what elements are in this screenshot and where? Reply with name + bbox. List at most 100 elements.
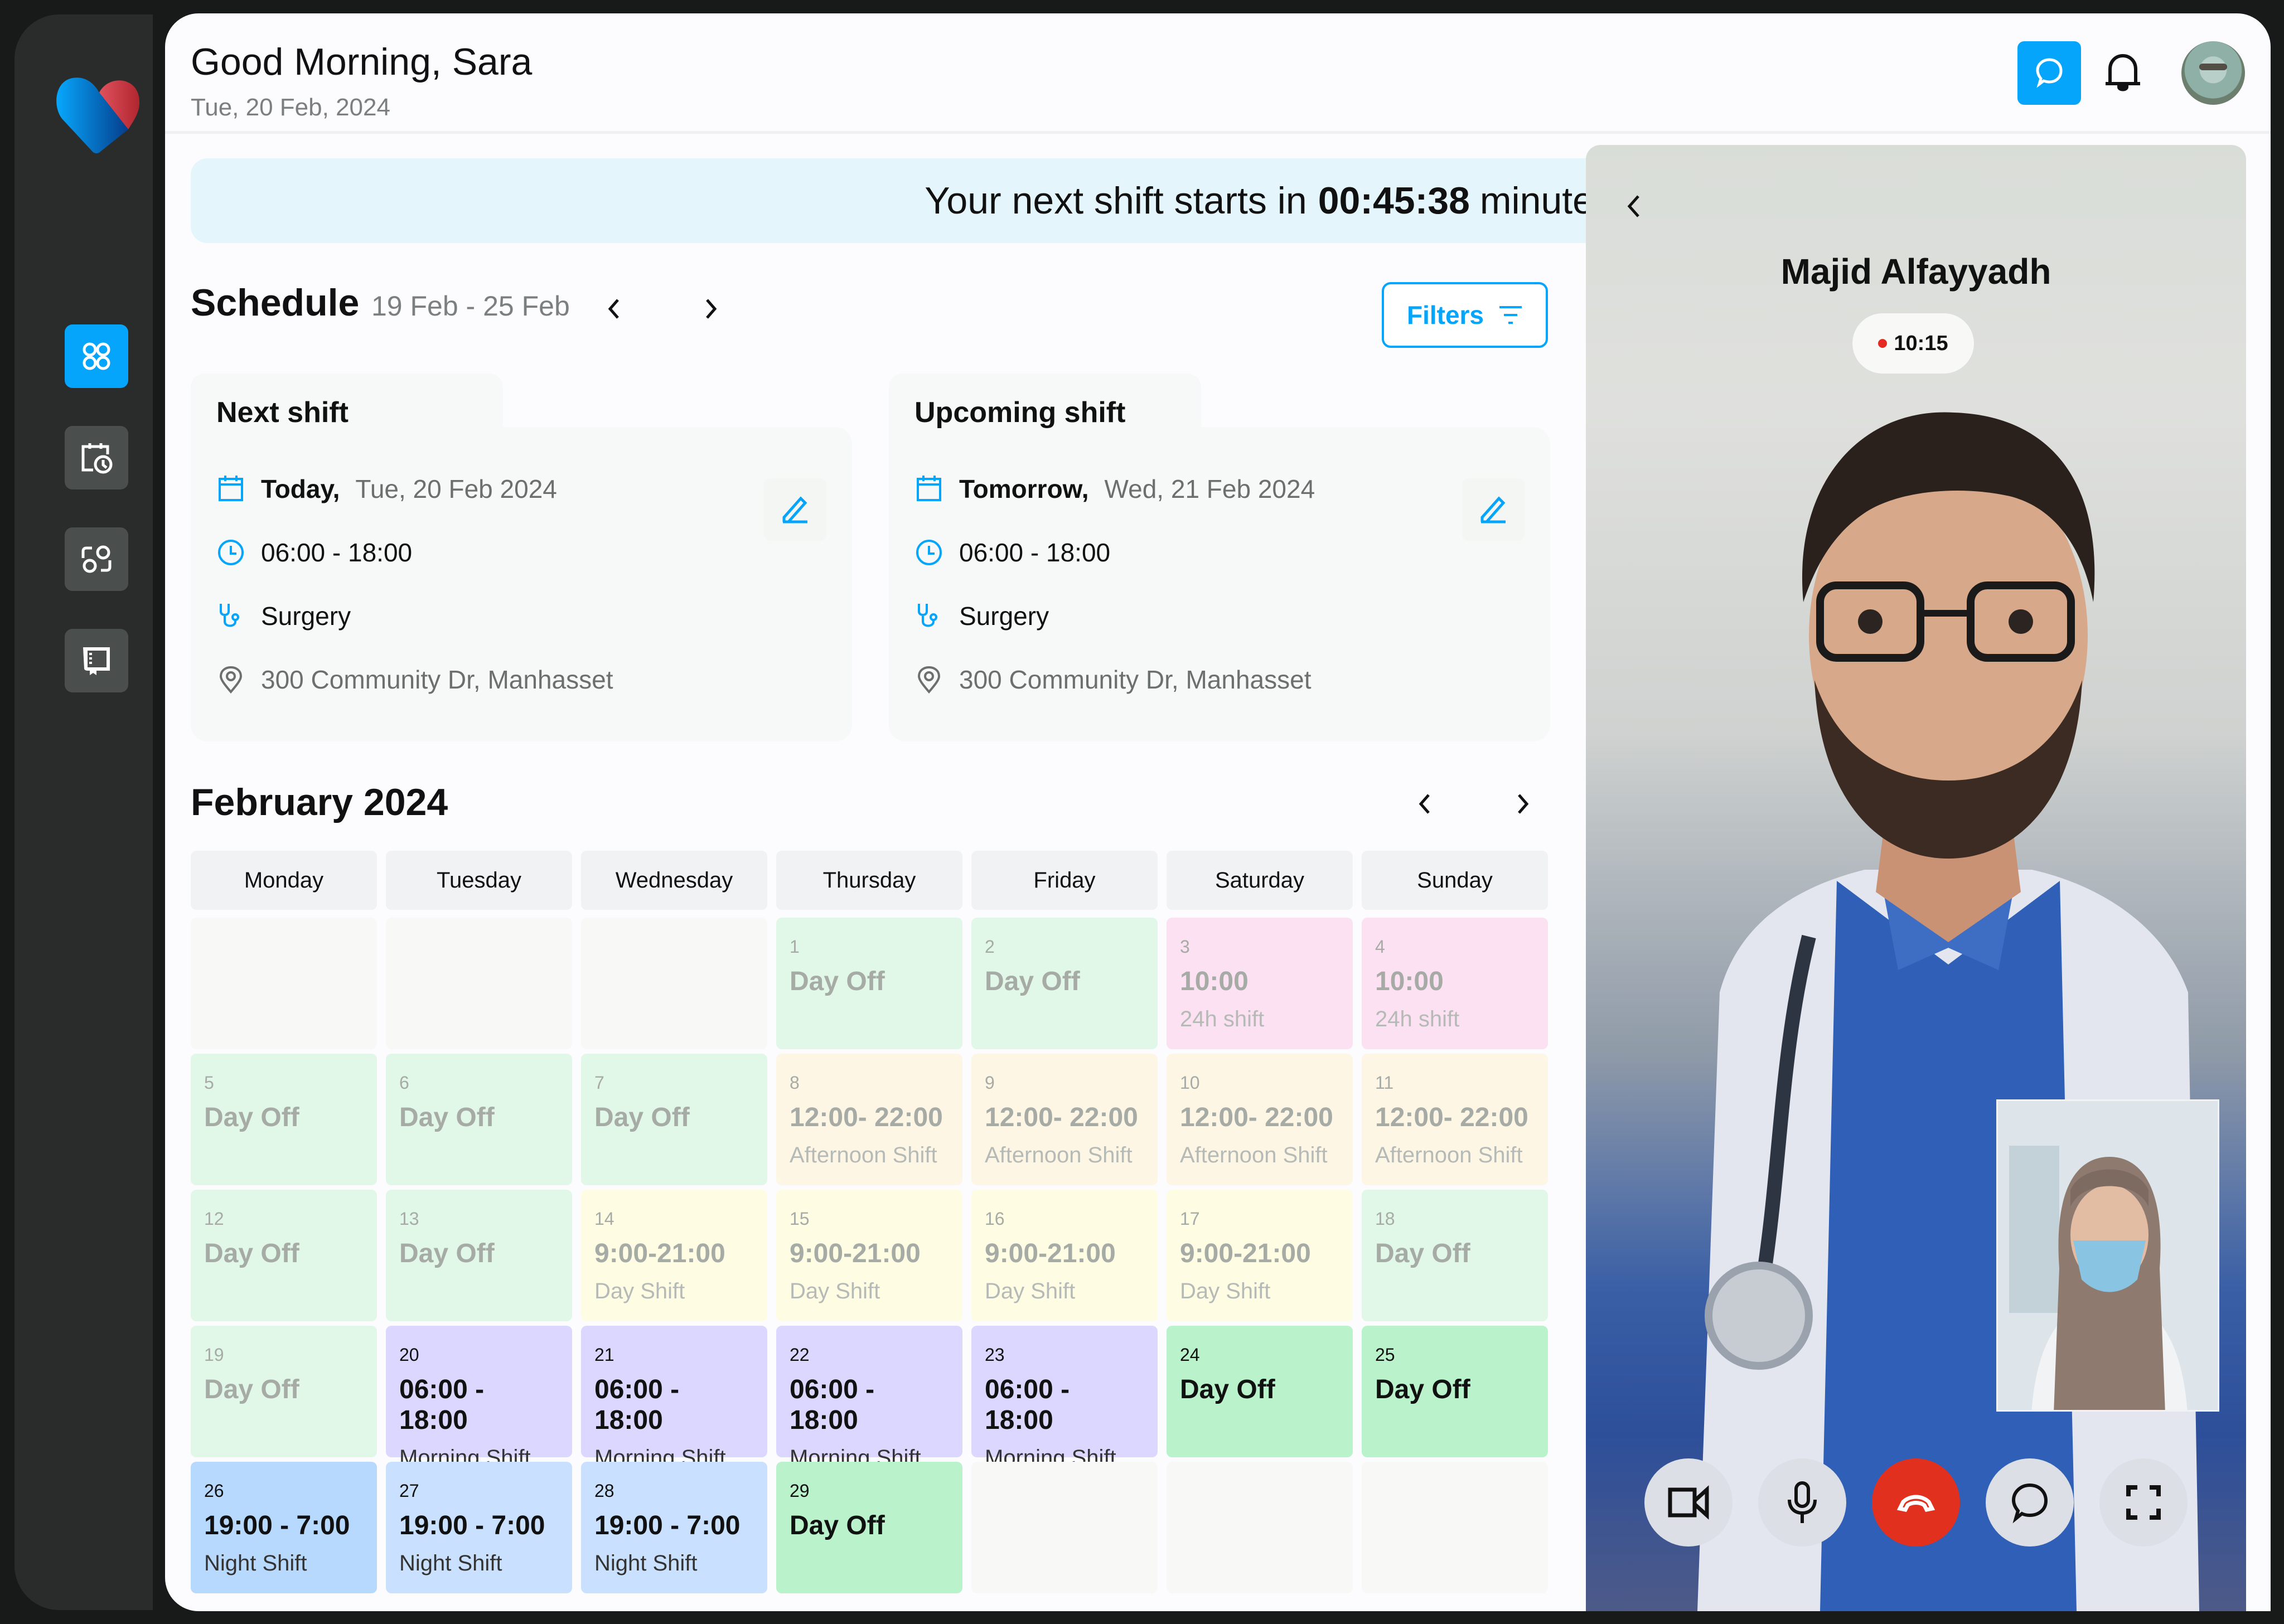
calendar-day-cell[interactable]: 18 Day Off [1362, 1190, 1548, 1321]
swap-icon [81, 545, 112, 573]
calendar-day-cell[interactable]: 23 06:00 - 18:00 Morning Shift [971, 1326, 1158, 1470]
calendar-body: 1 Day Off 2 Day Off 3 10:00 24h shift 4 10:00 24h… [191, 918, 1549, 1593]
edit-next-shift-button[interactable] [764, 478, 826, 541]
shift-time-label: Day Off [399, 1103, 495, 1132]
toggle-video-button[interactable] [1644, 1458, 1733, 1547]
prev-week-chevron-icon[interactable] [598, 292, 631, 326]
day-number: 13 [399, 1209, 419, 1229]
calendar-day-cell[interactable]: 9 12:00- 22:00 Afternoon Shift [971, 1054, 1158, 1185]
month-calendar: Monday Tuesday Wednesday Thursday Friday Satu… [191, 851, 1549, 1593]
calendar-day-cell[interactable]: 19 Day Off [191, 1326, 377, 1457]
clock-icon [218, 540, 244, 565]
caller-name: Majid Alfayyadh [1780, 251, 2051, 292]
day-number: 26 [204, 1481, 224, 1501]
day-label: Tomorrow, [959, 474, 1089, 503]
department: Surgery [261, 602, 351, 631]
calendar-day-cell[interactable]: 17 9:00-21:00 Day Shift [1167, 1190, 1353, 1321]
calendar-day-cell[interactable]: 25 Day Off [1362, 1326, 1548, 1457]
calendar-day-cell[interactable]: 13 Day Off [386, 1190, 572, 1321]
calendar-day-cell[interactable]: 26 19:00 - 7:00 Night Shift [191, 1462, 377, 1593]
calendar-day-cell[interactable]: 11 12:00- 22:00 Afternoon Shift [1362, 1054, 1548, 1185]
calendar-day-cell[interactable]: 8 12:00- 22:00 Afternoon Shift [776, 1054, 962, 1185]
day-number: 4 [1375, 937, 1385, 957]
calendar-icon [219, 476, 243, 501]
main-content: Good Morning, Sara Tue, 20 Feb, 2024 You… [165, 13, 2271, 1611]
day-number: 16 [985, 1209, 1005, 1229]
shift-type-label: Afternoon Shift [985, 1143, 1133, 1167]
messages-button[interactable] [2017, 41, 2081, 105]
back-chevron-icon[interactable] [1619, 190, 1647, 223]
calendar-day-cell[interactable]: 5 Day Off [191, 1054, 377, 1185]
calendar-day-cell[interactable]: 3 10:00 24h shift [1167, 918, 1353, 1049]
day-number: 27 [399, 1481, 419, 1501]
schedule-title: Schedule [191, 282, 360, 324]
calendar-empty-cell [581, 918, 767, 1049]
calendar-day-cell[interactable]: 6 Day Off [386, 1054, 572, 1185]
pencil-icon [782, 496, 807, 523]
shift-type-label: Day Shift [985, 1279, 1076, 1303]
call-chat-button[interactable] [1986, 1458, 2074, 1547]
weekday-header-wednesday: Wednesday [581, 851, 767, 910]
calendar-empty-cell [1362, 1462, 1548, 1593]
calendar-day-cell[interactable]: 14 9:00-21:00 Day Shift [581, 1190, 767, 1321]
sidebar-item-shifts[interactable] [65, 527, 128, 591]
video-call-panel: Majid Alfayyadh 10:15 [1586, 145, 2246, 1611]
shift-time-label: Day Off [204, 1103, 299, 1132]
calendar-day-cell[interactable]: 27 19:00 - 7:00 Night Shift [386, 1462, 572, 1593]
self-view-video[interactable] [1996, 1099, 2219, 1412]
book-icon [83, 647, 110, 675]
calendar-day-cell[interactable]: 15 9:00-21:00 Day Shift [776, 1190, 962, 1321]
shift-time-label: Day Off [399, 1239, 495, 1268]
weekday-header-thursday: Thursday [776, 851, 962, 910]
edit-upcoming-shift-button[interactable] [1462, 478, 1525, 541]
location-pin-icon [219, 666, 243, 694]
next-week-chevron-icon[interactable] [694, 292, 727, 326]
end-call-button[interactable] [1872, 1458, 1960, 1547]
next-month-chevron-icon[interactable] [1506, 787, 1539, 821]
weekday-header-row: Monday Tuesday Wednesday Thursday Friday Satu… [191, 851, 1549, 910]
toggle-microphone-button[interactable] [1758, 1458, 1846, 1547]
fullscreen-icon [2126, 1485, 2161, 1520]
filters-label: Filters [1406, 300, 1484, 329]
user-avatar[interactable] [2181, 41, 2245, 105]
stethoscope-icon [220, 604, 239, 627]
calendar-day-cell[interactable]: 16 9:00-21:00 Day Shift [971, 1190, 1158, 1321]
filters-button[interactable]: Filters [1382, 282, 1548, 348]
prev-month-chevron-icon[interactable] [1409, 787, 1442, 821]
sidebar-item-handbook[interactable] [65, 629, 128, 692]
calendar-day-cell[interactable]: 24 Day Off [1167, 1326, 1353, 1457]
shift-time-label: 19:00 - 7:00 [594, 1511, 741, 1540]
day-number: 23 [985, 1345, 1005, 1365]
calendar-week-row: 1 Day Off 2 Day Off 3 10:00 24h shift 4 10:00 24h… [191, 918, 1549, 1049]
pencil-icon [1480, 496, 1506, 523]
calendar-day-cell[interactable]: 21 06:00 - 18:00 Morning Shift [581, 1326, 767, 1470]
app-frame: Good Morning, Sara Tue, 20 Feb, 2024 You… [0, 0, 2284, 1624]
calendar-day-cell[interactable]: 1 Day Off [776, 918, 962, 1049]
greeting-title: Good Morning, Sara [191, 41, 533, 83]
notification-bell-icon[interactable] [2098, 47, 2148, 97]
day-number: 3 [1180, 937, 1190, 957]
sidebar [14, 14, 153, 1610]
shift-type-label: 24h shift [1180, 1007, 1265, 1031]
calendar-day-cell[interactable]: 10 12:00- 22:00 Afternoon Shift [1167, 1054, 1353, 1185]
calendar-day-cell[interactable]: 7 Day Off [581, 1054, 767, 1185]
call-duration-badge: 10:15 [1852, 313, 1974, 374]
shift-time-label: 06:00 - 18:00 [399, 1375, 485, 1435]
calendar-day-cell[interactable]: 2 Day Off [971, 918, 1158, 1049]
sidebar-item-schedule[interactable] [65, 426, 128, 489]
calendar-day-cell[interactable]: 22 06:00 - 18:00 Morning Shift [776, 1326, 962, 1470]
day-number: 25 [1375, 1345, 1395, 1365]
sidebar-item-dashboard[interactable] [65, 324, 128, 388]
calendar-day-cell[interactable]: 12 Day Off [191, 1190, 377, 1321]
fullscreen-button[interactable] [2099, 1458, 2188, 1547]
calendar-day-cell[interactable]: 28 19:00 - 7:00 Night Shift [581, 1462, 767, 1593]
call-duration: 10:15 [1894, 331, 1948, 355]
calendar-day-cell[interactable]: 29 Day Off [776, 1462, 962, 1593]
weekday-header-sunday: Sunday [1362, 851, 1548, 910]
shift-time-label: Day Off [790, 967, 885, 996]
calendar-day-cell[interactable]: 4 10:00 24h shift [1362, 918, 1548, 1049]
calendar-day-cell[interactable]: 20 06:00 - 18:00 Morning Shift [386, 1326, 572, 1470]
shift-time-label: 12:00- 22:00 [790, 1103, 943, 1132]
weekday-header-friday: Friday [971, 851, 1158, 910]
weekday-header-saturday: Saturday [1167, 851, 1353, 910]
